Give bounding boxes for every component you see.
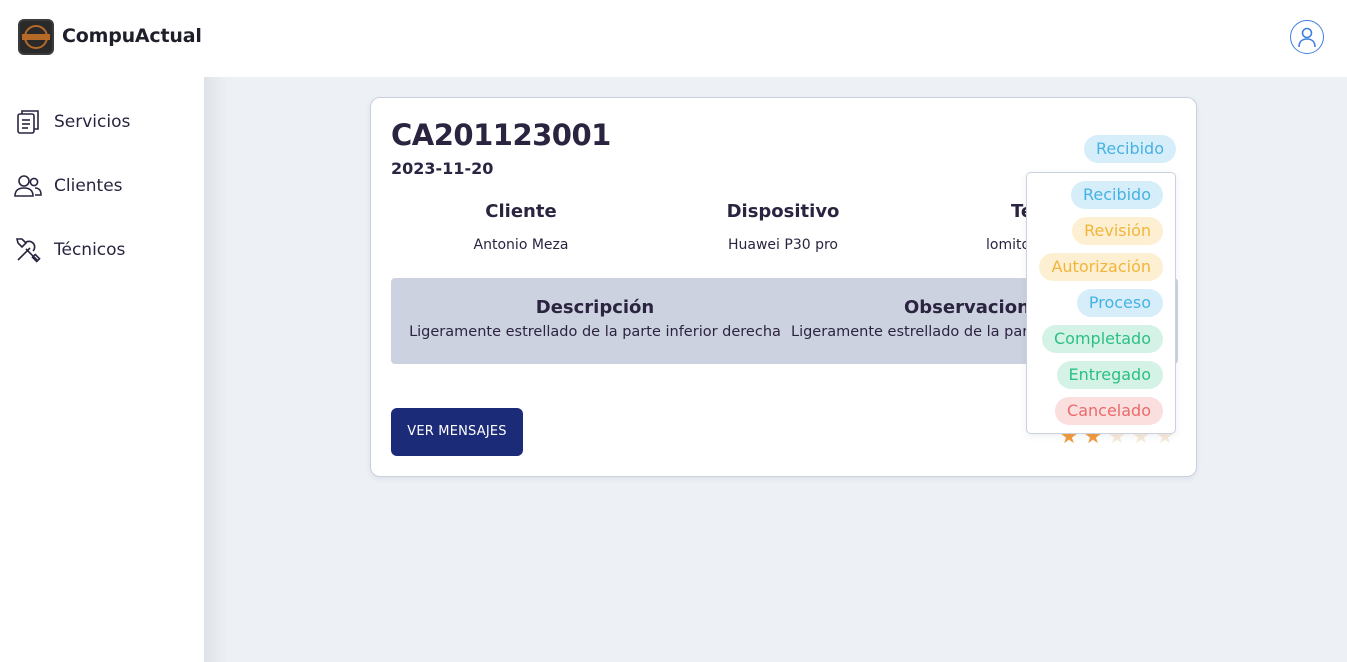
column-header-dispositivo: Dispositivo — [726, 201, 840, 222]
status-option-revision[interactable]: Revisión — [1072, 217, 1163, 245]
sidebar-item-label: Clientes — [54, 176, 123, 196]
column-header-cliente: Cliente — [485, 201, 557, 222]
sidebar: Servicios Clientes Técnicos — [0, 77, 204, 662]
column-value-cliente: Antonio Meza — [473, 237, 569, 253]
status-option-recibido[interactable]: Recibido — [1070, 181, 1163, 209]
users-icon — [14, 172, 42, 200]
user-icon — [1298, 27, 1316, 48]
observations-text: Ligeramente estrellado de la part — [791, 324, 1034, 340]
status-option-entregado[interactable]: Entregado — [1056, 361, 1163, 389]
status-option-proceso[interactable]: Proceso — [1076, 289, 1163, 317]
sidebar-item-servicios[interactable]: Servicios — [14, 106, 194, 138]
status-dropdown-menu: Recibido Revisión Autorización Proceso Compl… — [1026, 172, 1176, 434]
description-text: Ligeramente estrellado de la parte infer… — [409, 324, 781, 340]
clipboard-list-icon — [14, 108, 42, 136]
status-option-completado[interactable]: Completado — [1041, 325, 1163, 353]
user-account-button[interactable] — [1290, 20, 1324, 54]
sidebar-item-label: Servicios — [54, 112, 131, 132]
description-section: Descripción Ligeramente estrellado de la… — [400, 297, 790, 340]
status-badge[interactable]: Recibido — [1083, 135, 1176, 163]
description-header: Descripción — [535, 297, 655, 318]
column-value-dispositivo: Huawei P30 pro — [728, 237, 838, 253]
sidebar-item-label: Técnicos — [54, 240, 126, 260]
service-date: 2023-11-20 — [391, 159, 494, 178]
tools-icon — [14, 236, 42, 264]
view-messages-button[interactable]: VER MENSAJES — [391, 408, 523, 456]
status-option-autorizacion[interactable]: Autorización — [1039, 253, 1163, 281]
status-option-cancelado[interactable]: Cancelado — [1055, 397, 1163, 425]
brand-logo — [18, 19, 54, 55]
brand-name: CompuActual — [62, 25, 202, 47]
sidebar-item-tecnicos[interactable]: Técnicos — [14, 234, 194, 266]
service-code: CA201123001 — [391, 118, 611, 152]
observations-header: Observacione — [904, 297, 1043, 318]
top-bar: CompuActual — [0, 0, 1347, 77]
sidebar-item-clientes[interactable]: Clientes — [14, 170, 194, 202]
observations-section: Observacione Ligeramente estrellado de l… — [791, 297, 1043, 340]
